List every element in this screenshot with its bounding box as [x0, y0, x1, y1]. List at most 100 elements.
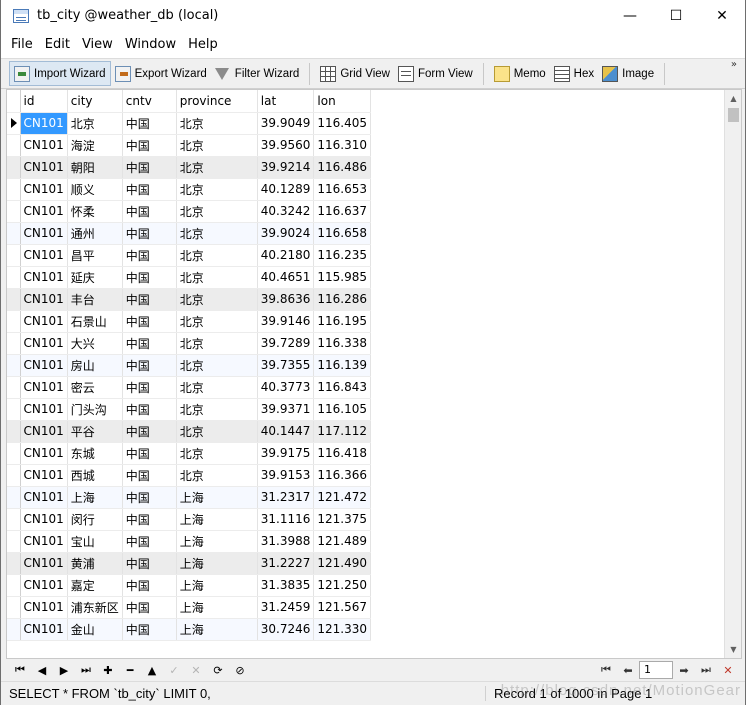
cell-lat[interactable]: 39.9049: [257, 112, 315, 135]
menu-edit[interactable]: Edit: [39, 37, 76, 52]
cell-id[interactable]: CN101: [20, 134, 68, 157]
cell-lon[interactable]: 121.489: [313, 530, 372, 553]
cell-cntv[interactable]: 中国: [122, 244, 177, 267]
cell-province[interactable]: 上海: [176, 508, 258, 531]
cell-province[interactable]: 北京: [176, 332, 258, 355]
memo-button[interactable]: Memo: [490, 61, 550, 86]
cell-city[interactable]: 西城: [67, 464, 123, 487]
cell-city[interactable]: 宝山: [67, 530, 123, 553]
row-marker[interactable]: [7, 156, 21, 179]
table-row[interactable]: CN101 金山 中国 上海 30.7246 121.330: [7, 618, 372, 641]
table-row[interactable]: CN101 海淀 中国 北京 39.9560 116.310: [7, 134, 372, 157]
cell-city[interactable]: 金山: [67, 618, 123, 641]
row-marker[interactable]: [7, 420, 21, 443]
cell-province[interactable]: 上海: [176, 552, 258, 575]
cell-city[interactable]: 朝阳: [67, 156, 123, 179]
cell-province[interactable]: 上海: [176, 596, 258, 619]
menu-file[interactable]: File: [5, 37, 39, 52]
cell-lon[interactable]: 121.567: [313, 596, 372, 619]
table-row[interactable]: CN101 房山 中国 北京 39.7355 116.139: [7, 354, 372, 377]
cell-id[interactable]: CN101: [20, 596, 68, 619]
cell-lon[interactable]: 116.658: [313, 222, 372, 245]
table-row[interactable]: CN101 西城 中国 北京 39.9153 116.366: [7, 464, 372, 487]
cell-lat[interactable]: 31.2227: [257, 552, 315, 575]
row-marker[interactable]: [7, 288, 21, 311]
cell-province[interactable]: 北京: [176, 266, 258, 289]
form-view-button[interactable]: Form View: [394, 61, 477, 86]
cell-city[interactable]: 黄浦: [67, 552, 123, 575]
cell-lon[interactable]: 115.985: [313, 266, 372, 289]
menu-window[interactable]: Window: [119, 37, 182, 52]
cell-id[interactable]: CN101: [20, 156, 68, 179]
cell-city[interactable]: 浦东新区: [67, 596, 123, 619]
refresh-icon[interactable]: ⟳: [207, 660, 229, 680]
last-record-icon[interactable]: ⏭: [75, 660, 97, 680]
cell-lat[interactable]: 39.9371: [257, 398, 315, 421]
cell-cntv[interactable]: 中国: [122, 464, 177, 487]
cell-city[interactable]: 昌平: [67, 244, 123, 267]
cell-lat[interactable]: 40.1289: [257, 178, 315, 201]
cell-lon[interactable]: 116.653: [313, 178, 372, 201]
cell-city[interactable]: 通州: [67, 222, 123, 245]
row-marker[interactable]: [7, 574, 21, 597]
cell-lon[interactable]: 121.472: [313, 486, 372, 509]
row-marker[interactable]: [7, 178, 21, 201]
cell-lon[interactable]: 116.366: [313, 464, 372, 487]
cell-lon[interactable]: 116.338: [313, 332, 372, 355]
cell-province[interactable]: 北京: [176, 310, 258, 333]
cell-province[interactable]: 北京: [176, 354, 258, 377]
table-row[interactable]: CN101 大兴 中国 北京 39.7289 116.338: [7, 332, 372, 355]
stop-icon[interactable]: ⊘: [229, 660, 251, 680]
cell-province[interactable]: 北京: [176, 288, 258, 311]
cell-city[interactable]: 房山: [67, 354, 123, 377]
cell-province[interactable]: 上海: [176, 618, 258, 641]
cell-id[interactable]: CN101: [20, 332, 68, 355]
row-marker[interactable]: [7, 442, 21, 465]
cell-id[interactable]: CN101: [20, 376, 68, 399]
cell-cntv[interactable]: 中国: [122, 310, 177, 333]
column-header-province[interactable]: province: [176, 90, 258, 113]
menu-help[interactable]: Help: [182, 37, 224, 52]
column-header-lon[interactable]: lon: [313, 90, 372, 113]
cell-id[interactable]: CN101: [20, 244, 68, 267]
table-row[interactable]: CN101 浦东新区 中国 上海 31.2459 121.567: [7, 596, 372, 619]
cell-province[interactable]: 上海: [176, 574, 258, 597]
row-marker[interactable]: [7, 266, 21, 289]
cell-lon[interactable]: 121.490: [313, 552, 372, 575]
row-marker[interactable]: [7, 596, 21, 619]
cell-lat[interactable]: 31.3988: [257, 530, 315, 553]
up-icon[interactable]: ▲: [141, 660, 163, 680]
cell-lat[interactable]: 39.9175: [257, 442, 315, 465]
first-page-icon[interactable]: ⏮: [595, 660, 617, 680]
table-row[interactable]: CN101 密云 中国 北京 40.3773 116.843: [7, 376, 372, 399]
cell-city[interactable]: 大兴: [67, 332, 123, 355]
cell-province[interactable]: 北京: [176, 376, 258, 399]
row-marker[interactable]: [7, 530, 21, 553]
cell-city[interactable]: 延庆: [67, 266, 123, 289]
cell-lon[interactable]: 116.843: [313, 376, 372, 399]
cell-city[interactable]: 密云: [67, 376, 123, 399]
cell-id[interactable]: CN101: [20, 530, 68, 553]
cell-province[interactable]: 北京: [176, 222, 258, 245]
column-header-id[interactable]: id: [20, 90, 68, 113]
cell-cntv[interactable]: 中国: [122, 398, 177, 421]
cell-lon[interactable]: 116.195: [313, 310, 372, 333]
table-row[interactable]: CN101 丰台 中国 北京 39.8636 116.286: [7, 288, 372, 311]
cell-lat[interactable]: 31.2459: [257, 596, 315, 619]
cell-cntv[interactable]: 中国: [122, 178, 177, 201]
scroll-down-icon[interactable]: ▼: [725, 641, 741, 658]
scrollbar-thumb[interactable]: [728, 108, 739, 122]
cell-cntv[interactable]: 中国: [122, 332, 177, 355]
table-row[interactable]: CN101 北京 中国 北京 39.9049 116.405: [7, 112, 372, 135]
cell-lat[interactable]: 40.4651: [257, 266, 315, 289]
cell-city[interactable]: 丰台: [67, 288, 123, 311]
cell-cntv[interactable]: 中国: [122, 134, 177, 157]
next-page-icon[interactable]: ➡: [673, 660, 695, 680]
cell-lat[interactable]: 31.2317: [257, 486, 315, 509]
cell-id[interactable]: CN101: [20, 222, 68, 245]
cell-lon[interactable]: 116.405: [313, 112, 372, 135]
cell-lat[interactable]: 40.1447: [257, 420, 315, 443]
cell-id[interactable]: CN101: [20, 200, 68, 223]
cell-cntv[interactable]: 中国: [122, 266, 177, 289]
cell-cntv[interactable]: 中国: [122, 552, 177, 575]
